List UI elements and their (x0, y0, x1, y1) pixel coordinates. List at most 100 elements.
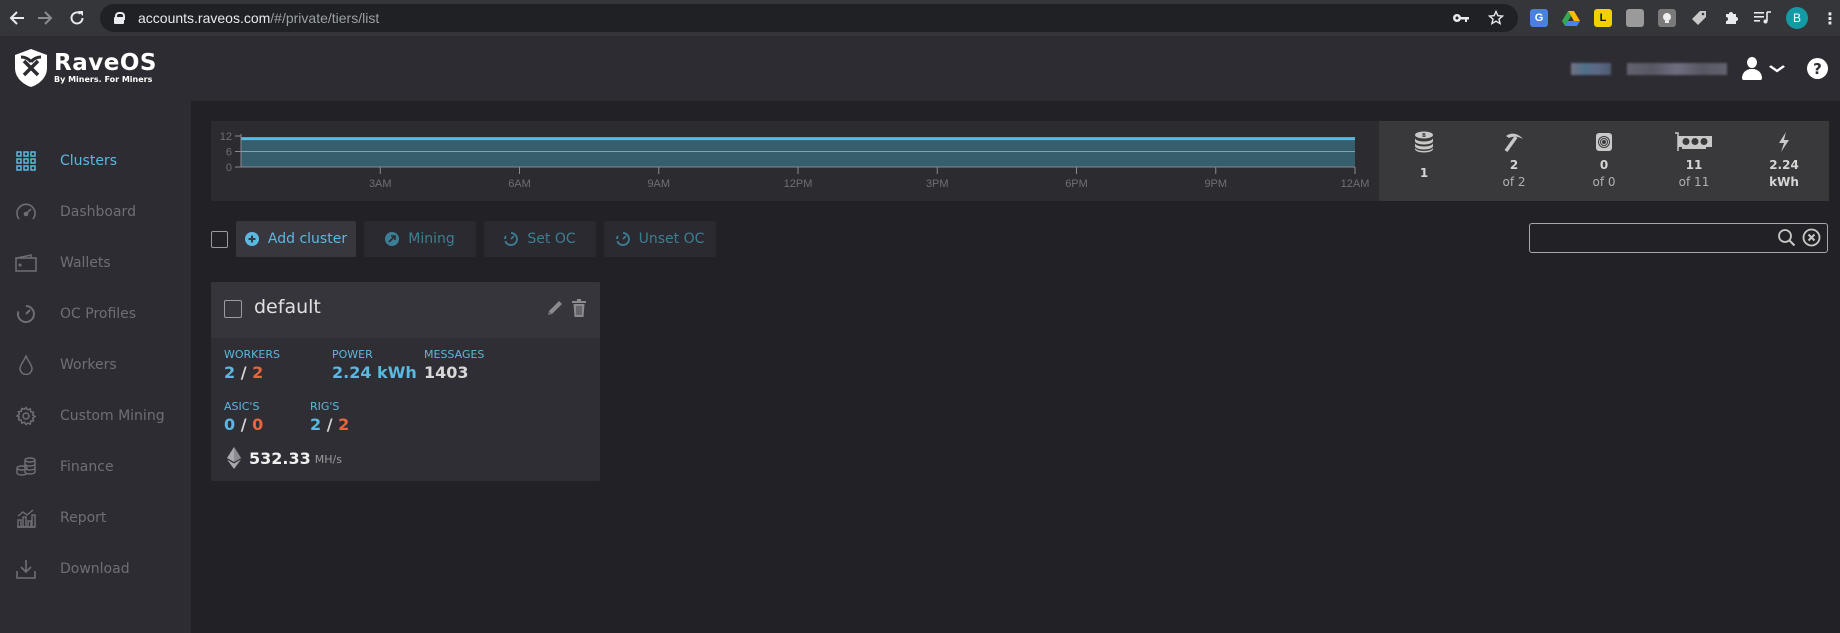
bulb-extension-icon[interactable] (1658, 9, 1676, 27)
redacted-username (1571, 62, 1611, 75)
power-value: 2.24 kWh (332, 363, 417, 382)
gray-user-extension-icon[interactable] (1626, 9, 1644, 27)
sidebar-item-oc-profiles[interactable]: OC Profiles (0, 294, 191, 334)
plus-circle-icon (244, 232, 259, 246)
x-tick-label: 3AM (369, 178, 392, 190)
tag-extension-icon[interactable] (1690, 9, 1708, 27)
set-oc-button[interactable]: Set OC (484, 221, 596, 257)
cluster-name[interactable]: default (254, 296, 321, 318)
stat-gpus-value: 11 (1685, 158, 1703, 172)
stat-workers-total: of 2 (1502, 175, 1526, 189)
yellow-l-extension-icon[interactable]: L (1594, 9, 1612, 27)
logo-subtitle: By Miners. For Miners (54, 75, 153, 84)
sidebar-item-label: Download (60, 561, 130, 577)
raveos-logo[interactable]: RaveOS By Miners. For Miners (14, 48, 157, 88)
activity-chart: 0 6 12 3AM 6AM 9AM 12PM 3PM 6PM 9PM 12AM (211, 121, 1379, 201)
address-bar[interactable]: accounts.raveos.com/#/private/tiers/list (100, 4, 1518, 32)
sidebar-item-workers[interactable]: Workers (0, 345, 191, 385)
sidebar-item-label: Dashboard (60, 204, 136, 220)
search-input[interactable] (1536, 227, 1756, 249)
key-icon[interactable] (1452, 12, 1470, 24)
download-icon (15, 558, 37, 580)
help-button[interactable]: ? (1807, 58, 1828, 79)
sidebar-item-label: Clusters (60, 153, 117, 169)
user-icon[interactable] (1741, 56, 1763, 82)
user-area: ? (1571, 36, 1840, 101)
profile-avatar[interactable]: B (1786, 7, 1808, 29)
lightning-icon (1777, 129, 1791, 155)
edit-pencil-icon[interactable] (546, 299, 564, 317)
sidebar: Clusters Dashboard Wallets OC Profiles W… (0, 101, 191, 633)
stat-power: 2.24 kWh (1739, 121, 1829, 201)
clear-icon[interactable] (1802, 228, 1821, 247)
bar-chart-icon (15, 507, 37, 529)
select-all-checkbox[interactable] (211, 230, 228, 248)
media-queue-icon[interactable] (1754, 9, 1772, 27)
cluster-card[interactable]: default WORKERS 2 / 2 POWER 2.24 kWh MES… (211, 282, 600, 481)
sidebar-item-label: Finance (60, 459, 114, 475)
bookmark-star-icon[interactable] (1488, 10, 1504, 26)
stat-power-unit: kWh (1769, 175, 1799, 189)
stat-coins: B 1 (1379, 121, 1469, 201)
mining-circle-icon (385, 232, 400, 246)
logo-title: RaveOS (54, 50, 157, 76)
x-tick-label: 6PM (1065, 178, 1088, 190)
stat-gpus-total: of 11 (1678, 175, 1710, 189)
search-icon[interactable] (1777, 228, 1796, 247)
sidebar-item-clusters[interactable]: Clusters (0, 141, 191, 181)
x-tick-label: 6AM (508, 178, 531, 190)
extensions-row: G L B ⋮ (1530, 0, 1838, 36)
unset-oc-button[interactable]: Unset OC (604, 221, 716, 257)
rigs-total: 2 (338, 415, 350, 434)
sidebar-item-download[interactable]: Download (0, 549, 191, 589)
coin-stack-icon: B (1414, 129, 1434, 155)
google-drive-icon[interactable] (1562, 9, 1580, 27)
sidebar-item-custom-mining[interactable]: Custom Mining (0, 396, 191, 436)
delete-trash-icon[interactable] (572, 299, 586, 317)
arrow-right-icon (38, 11, 53, 25)
stats-panel: B 1 2 of 2 0 of 0 11 of 11 2.24 kWh (1379, 121, 1829, 201)
asics-online: 0 (224, 415, 236, 434)
url-path: /#/private/tiers/list (270, 10, 380, 26)
stat-workers-value: 2 (1509, 158, 1519, 172)
reload-icon (70, 11, 84, 25)
extensions-puzzle-icon[interactable] (1722, 9, 1740, 27)
cluster-select-checkbox[interactable] (224, 300, 242, 318)
browser-menu-icon[interactable]: ⋮ (1822, 9, 1838, 28)
stat-asics-total: of 0 (1592, 175, 1616, 189)
sidebar-item-wallets[interactable]: Wallets (0, 243, 191, 283)
google-translate-icon[interactable]: G (1530, 9, 1548, 27)
x-tick-label: 12PM (784, 178, 813, 190)
chevron-down-icon[interactable] (1769, 61, 1786, 77)
speedometer-icon (15, 201, 37, 223)
mining-button[interactable]: Mining (364, 221, 476, 257)
stopwatch-icon (615, 232, 630, 246)
workers-total: 2 (252, 363, 264, 382)
stat-asics: 0 of 0 (1559, 121, 1649, 201)
sidebar-item-finance[interactable]: Finance (0, 447, 191, 487)
add-cluster-button[interactable]: Add cluster (236, 221, 356, 257)
lock-icon (114, 12, 125, 24)
messages-metric[interactable]: MESSAGES 1403 (424, 348, 484, 384)
hashrate-unit: MH/s (314, 453, 342, 466)
set-oc-label: Set OC (527, 231, 576, 247)
redacted-email (1627, 62, 1727, 75)
url-host: accounts.raveos.com (138, 10, 271, 26)
forward-button[interactable] (28, 1, 62, 35)
workers-label: WORKERS (224, 348, 280, 361)
sidebar-item-report[interactable]: Report (0, 498, 191, 538)
cluster-card-header: default (211, 282, 600, 338)
messages-label: MESSAGES (424, 348, 485, 361)
x-tick-label: 9AM (647, 178, 670, 190)
cluster-toolbar: Add cluster Mining Set OC Unset OC (211, 221, 716, 257)
sidebar-item-label: Report (60, 510, 107, 526)
workers-online: 2 (224, 363, 236, 382)
asics-total: 0 (252, 415, 264, 434)
gpu-card-icon (1674, 129, 1714, 155)
sidebar-item-dashboard[interactable]: Dashboard (0, 192, 191, 232)
stopwatch-icon (504, 232, 519, 246)
reload-button[interactable] (60, 1, 94, 35)
y-tick-label: 6 (226, 147, 232, 159)
x-tick-label: 9PM (1204, 178, 1227, 190)
x-tick-label: 12AM (1341, 178, 1370, 190)
